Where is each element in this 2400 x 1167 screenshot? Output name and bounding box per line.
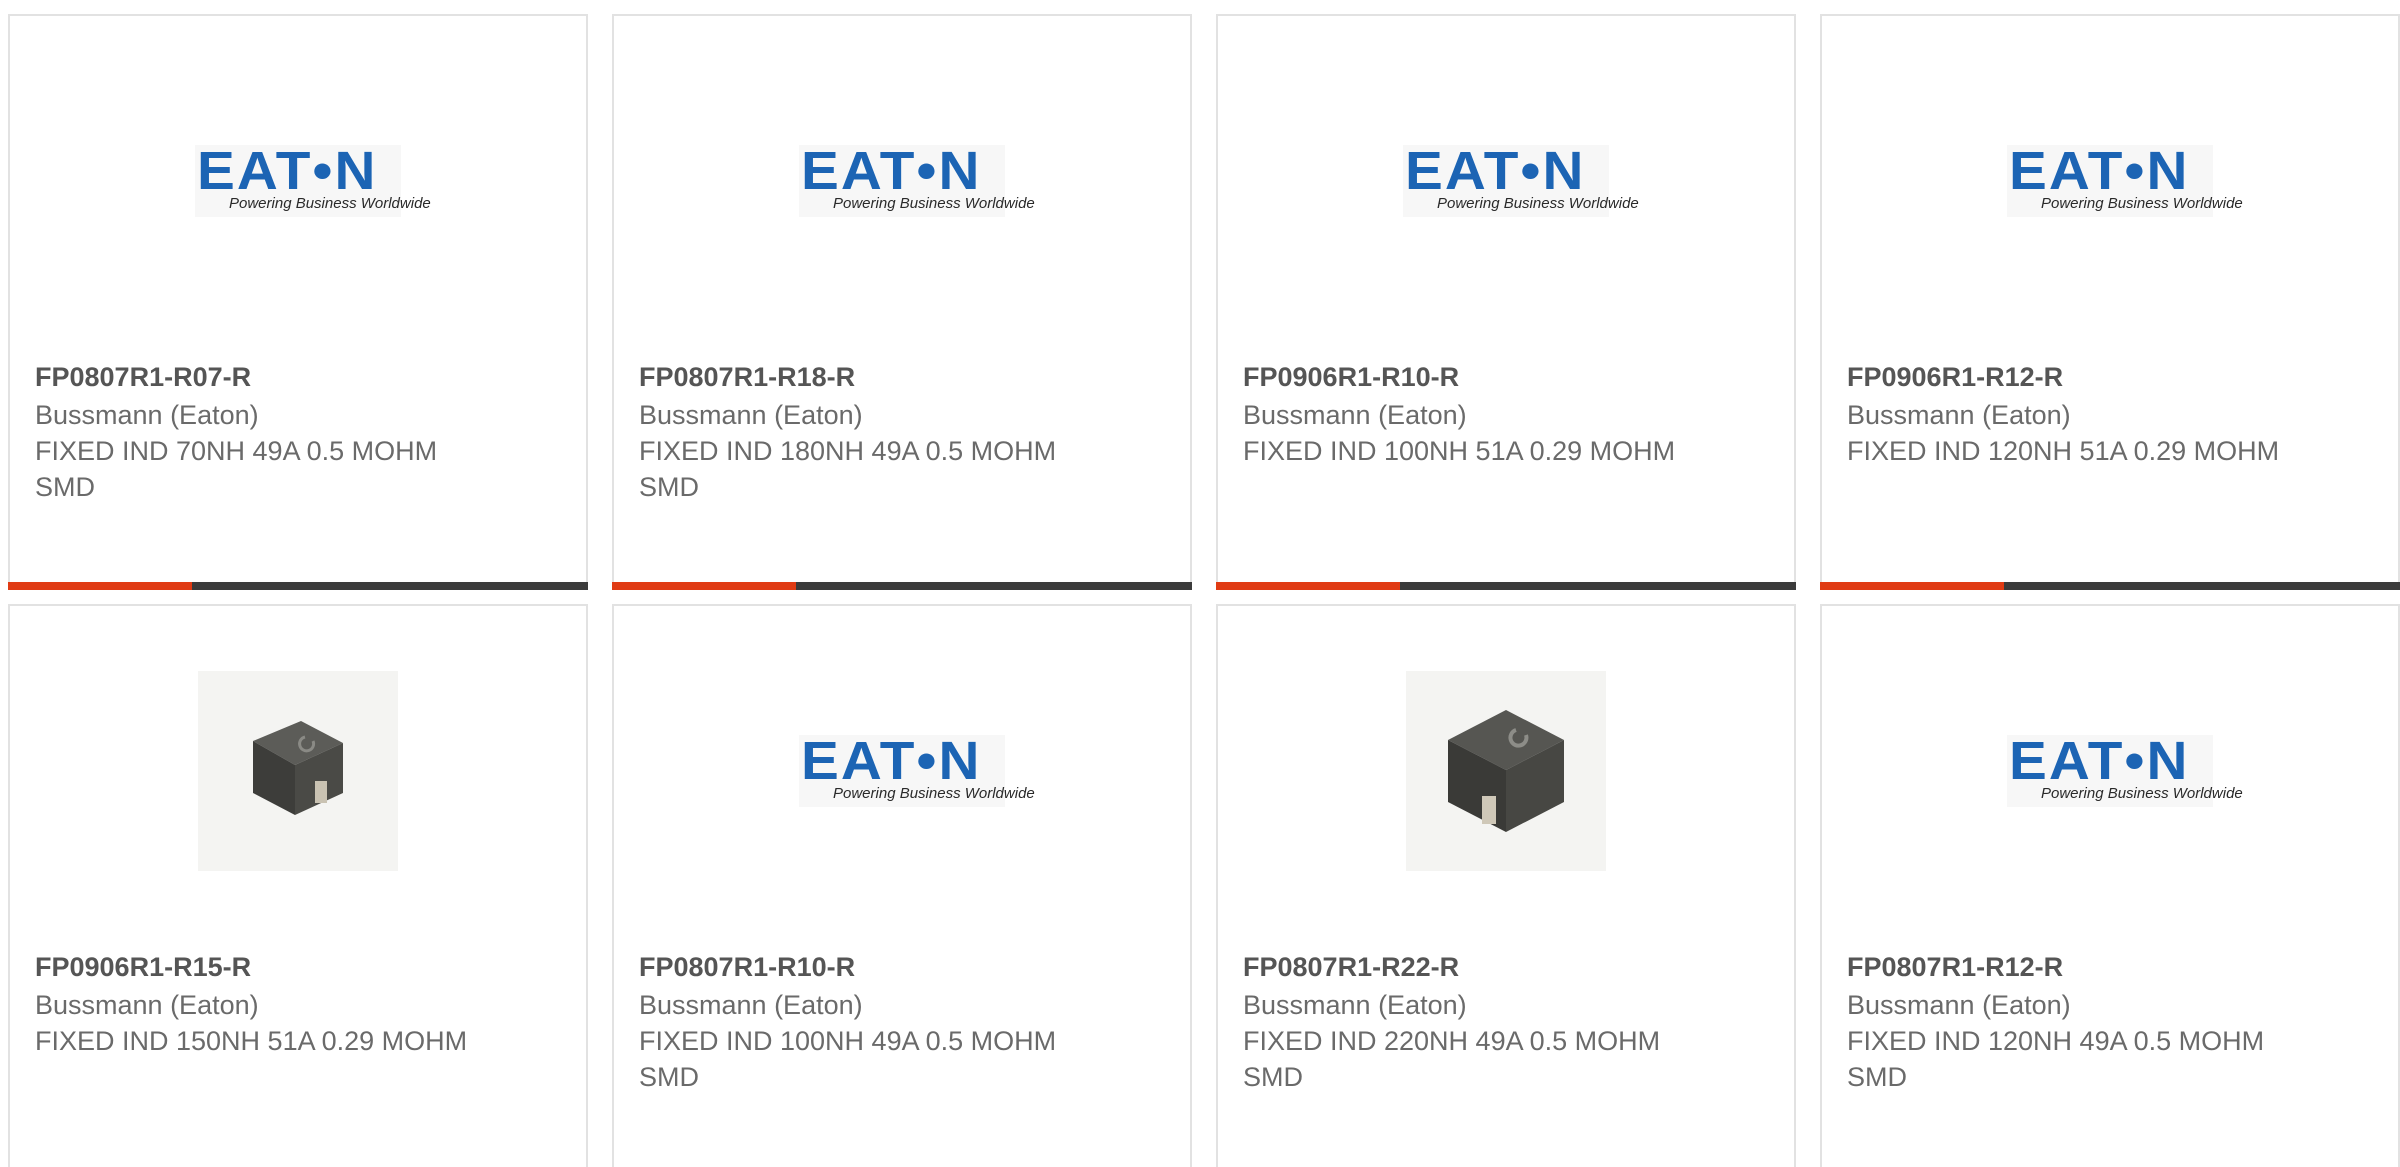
card-bottom-bar (1216, 582, 1796, 590)
inductor-icon (1448, 710, 1564, 832)
eaton-logo: EAT•N Powering Business Worldwide (2007, 731, 2243, 807)
card-bottom-bar (1820, 582, 2400, 590)
description: FIXED IND 150NH 51A 0.29 MOHM (35, 1026, 468, 1056)
logo-tagline: Powering Business Worldwide (833, 195, 1035, 212)
description: FIXED IND 120NH 51A 0.29 MOHM (1847, 436, 2280, 466)
product-image[interactable]: EAT•N Powering Business Worldwide (10, 16, 586, 346)
description: FIXED IND 70NH 49A 0.5 MOHM SMD (35, 436, 438, 502)
logo-tagline: Powering Business Worldwide (1437, 195, 1639, 212)
manufacturer: Bussmann (Eaton) (1243, 400, 1467, 430)
product-image[interactable] (1218, 606, 1794, 936)
product-grid: EAT•N Powering Business Worldwide FP0807… (0, 0, 2400, 1167)
eaton-logo: EAT•N Powering Business Worldwide (1403, 141, 1639, 217)
manufacturer: Bussmann (Eaton) (1847, 400, 2071, 430)
manufacturer: Bussmann (Eaton) (639, 990, 863, 1020)
logo-wordmark: EAT•N (801, 731, 982, 791)
eaton-logo: EAT•N Powering Business Worldwide (195, 141, 431, 217)
product-card[interactable]: EAT•N Powering Business Worldwide FP0807… (612, 14, 1192, 590)
logo-tagline: Powering Business Worldwide (833, 785, 1035, 802)
product-image[interactable] (10, 606, 586, 936)
part-number[interactable]: FP0807R1-R10-R (639, 949, 1165, 985)
part-number[interactable]: FP0906R1-R10-R (1243, 359, 1769, 395)
description: FIXED IND 100NH 49A 0.5 MOHM SMD (639, 1026, 1057, 1092)
product-card[interactable]: FP0807R1-R22-R Bussmann (Eaton) FIXED IN… (1216, 604, 1796, 1167)
product-image[interactable]: EAT•N Powering Business Worldwide (1218, 16, 1794, 346)
manufacturer: Bussmann (Eaton) (639, 400, 863, 430)
logo-wordmark: EAT•N (2009, 141, 2190, 201)
eaton-logo: EAT•N Powering Business Worldwide (799, 731, 1035, 807)
logo-wordmark: EAT•N (1405, 141, 1586, 201)
card-bar-accent (612, 582, 796, 590)
card-bar-accent (1820, 582, 2004, 590)
logo-wordmark: EAT•N (801, 141, 982, 201)
card-bottom-bar (612, 582, 1192, 590)
product-card[interactable]: EAT•N Powering Business Worldwide FP0807… (612, 604, 1192, 1167)
part-number[interactable]: FP0906R1-R12-R (1847, 359, 2373, 395)
part-number[interactable]: FP0807R1-R18-R (639, 359, 1165, 395)
manufacturer: Bussmann (Eaton) (1243, 990, 1467, 1020)
inductor-icon (253, 721, 343, 815)
logo-tagline: Powering Business Worldwide (2041, 785, 2243, 802)
logo-wordmark: EAT•N (197, 141, 378, 201)
part-number[interactable]: FP0807R1-R07-R (35, 359, 561, 395)
eaton-logo: EAT•N Powering Business Worldwide (799, 141, 1035, 217)
inductor-photo (1406, 671, 1606, 871)
product-card[interactable]: EAT•N Powering Business Worldwide FP0807… (1820, 604, 2400, 1167)
eaton-logo: EAT•N Powering Business Worldwide (2007, 141, 2243, 217)
inductor-photo (198, 671, 398, 871)
manufacturer: Bussmann (Eaton) (35, 990, 259, 1020)
product-card[interactable]: FP0906R1-R15-R Bussmann (Eaton) FIXED IN… (8, 604, 588, 1167)
product-image[interactable]: EAT•N Powering Business Worldwide (1822, 606, 2398, 936)
card-bottom-bar (8, 582, 588, 590)
logo-tagline: Powering Business Worldwide (2041, 195, 2243, 212)
product-card[interactable]: EAT•N Powering Business Worldwide FP0807… (8, 14, 588, 590)
card-bar-accent (1216, 582, 1400, 590)
manufacturer: Bussmann (Eaton) (1847, 990, 2071, 1020)
product-image[interactable]: EAT•N Powering Business Worldwide (614, 606, 1190, 936)
description: FIXED IND 100NH 51A 0.29 MOHM (1243, 436, 1676, 466)
part-number[interactable]: FP0807R1-R22-R (1243, 949, 1769, 985)
product-image[interactable]: EAT•N Powering Business Worldwide (614, 16, 1190, 346)
logo-tagline: Powering Business Worldwide (229, 195, 431, 212)
description: FIXED IND 180NH 49A 0.5 MOHM SMD (639, 436, 1057, 502)
product-image[interactable]: EAT•N Powering Business Worldwide (1822, 16, 2398, 346)
description: FIXED IND 220NH 49A 0.5 MOHM SMD (1243, 1026, 1661, 1092)
part-number[interactable]: FP0906R1-R15-R (35, 949, 561, 985)
logo-wordmark: EAT•N (2009, 731, 2190, 791)
product-card[interactable]: EAT•N Powering Business Worldwide FP0906… (1216, 14, 1796, 590)
description: FIXED IND 120NH 49A 0.5 MOHM SMD (1847, 1026, 2265, 1092)
manufacturer: Bussmann (Eaton) (35, 400, 259, 430)
part-number[interactable]: FP0807R1-R12-R (1847, 949, 2373, 985)
product-card[interactable]: EAT•N Powering Business Worldwide FP0906… (1820, 14, 2400, 590)
card-bar-accent (8, 582, 192, 590)
